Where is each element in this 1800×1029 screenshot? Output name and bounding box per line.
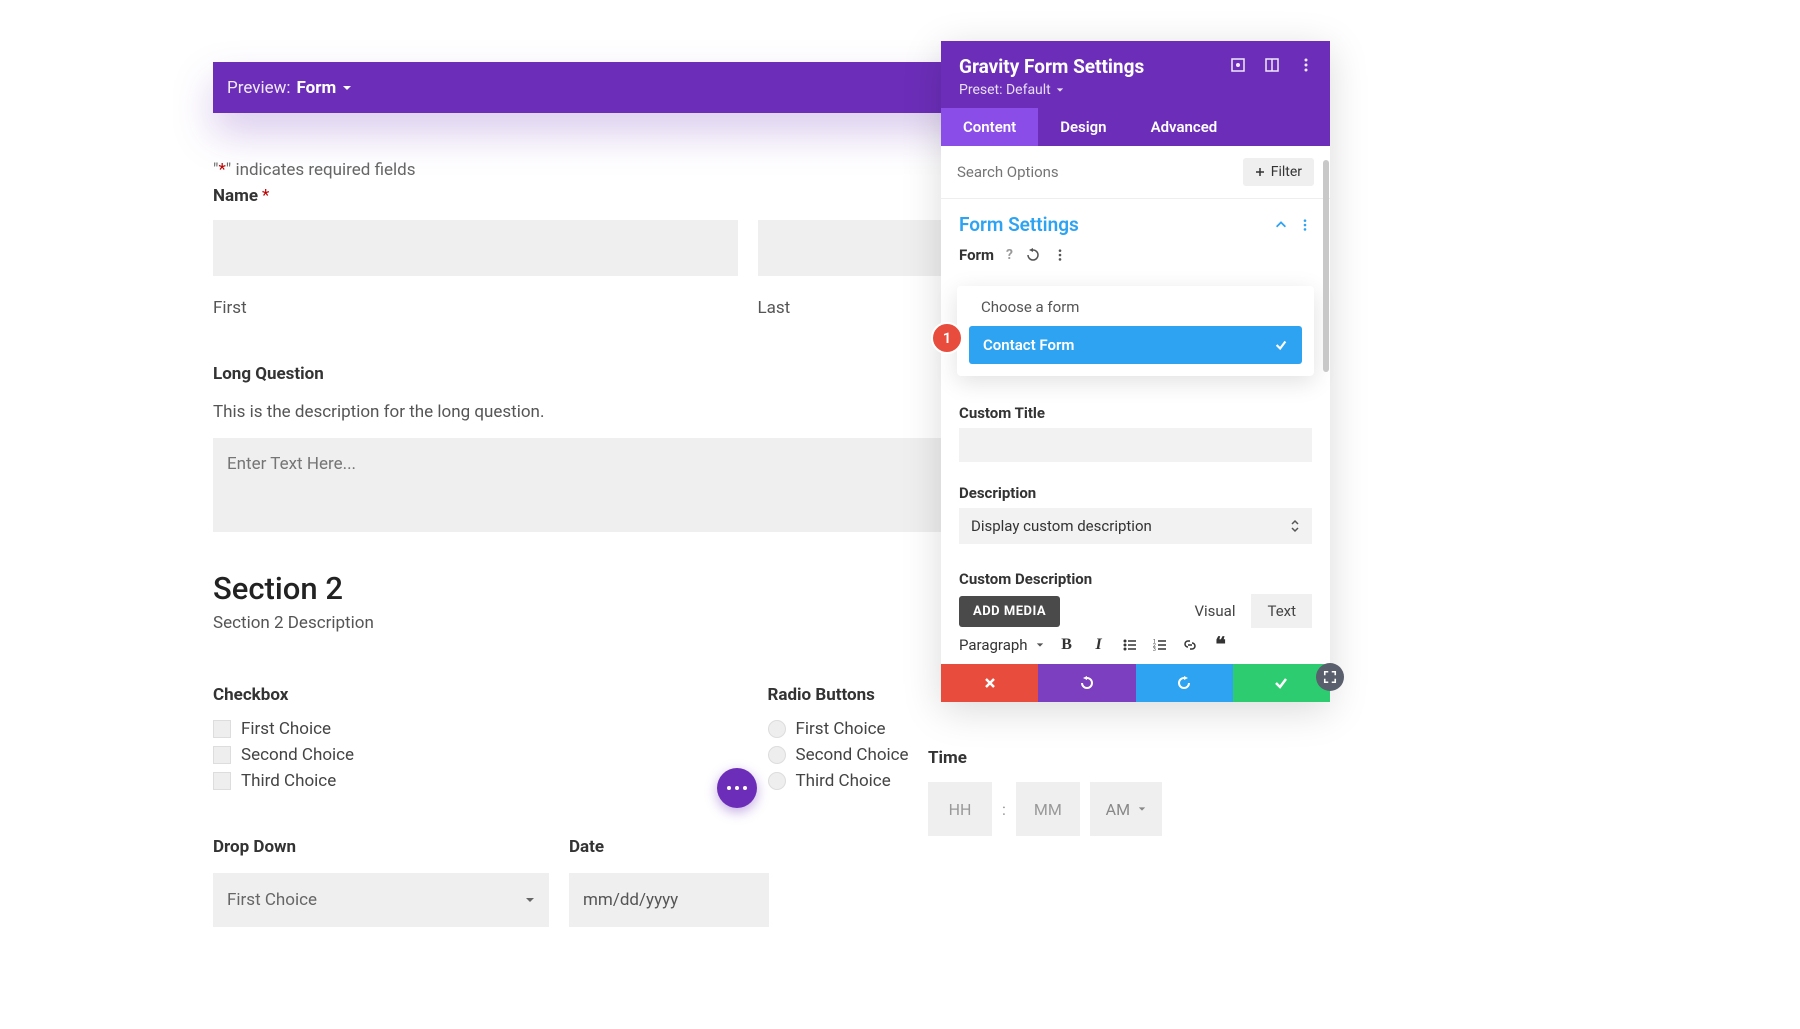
dot-icon bbox=[735, 786, 739, 790]
checkbox-label: Checkbox bbox=[213, 685, 728, 705]
panel-header: Gravity Form Settings Preset: Default bbox=[941, 41, 1330, 108]
editor-tab-text[interactable]: Text bbox=[1251, 594, 1312, 628]
editor-tab-visual[interactable]: Visual bbox=[1178, 594, 1251, 628]
more-actions-fab[interactable] bbox=[717, 768, 757, 808]
editor-toolbar: Paragraph B I 123 ❝ bbox=[941, 628, 1330, 664]
tab-content[interactable]: Content bbox=[941, 108, 1038, 146]
bold-icon[interactable]: B bbox=[1058, 636, 1076, 654]
radio-icon[interactable] bbox=[768, 746, 786, 764]
italic-icon[interactable]: I bbox=[1090, 636, 1108, 654]
panel-top-icons bbox=[1230, 57, 1314, 73]
form-chooser: 1 Choose a form Contact Form bbox=[957, 286, 1314, 376]
checkbox-icon[interactable] bbox=[213, 720, 231, 738]
custom-title-label: Custom Title bbox=[941, 396, 1330, 428]
more-vertical-icon[interactable] bbox=[1053, 248, 1067, 262]
dot-icon bbox=[743, 786, 747, 790]
first-name-input[interactable] bbox=[213, 220, 738, 276]
action-bar bbox=[941, 664, 1330, 702]
form-settings-section-head[interactable]: Form Settings bbox=[941, 199, 1330, 244]
save-button[interactable] bbox=[1233, 664, 1330, 702]
undo-button[interactable] bbox=[1038, 664, 1135, 702]
redo-button[interactable] bbox=[1136, 664, 1233, 702]
editor-row: ADD MEDIA Visual Text bbox=[959, 594, 1312, 628]
first-sublabel: First bbox=[213, 298, 738, 318]
number-list-icon[interactable]: 123 bbox=[1152, 637, 1168, 653]
radio-icon[interactable] bbox=[768, 720, 786, 738]
dropdown-select[interactable]: First Choice bbox=[213, 873, 549, 927]
form-row-label: Form bbox=[959, 246, 994, 264]
checkbox-item[interactable]: Second Choice bbox=[213, 745, 728, 765]
checkbox-icon[interactable] bbox=[213, 772, 231, 790]
tab-advanced[interactable]: Advanced bbox=[1129, 108, 1240, 146]
expand-icon[interactable] bbox=[1230, 57, 1246, 73]
settings-panel: Gravity Form Settings Preset: Default Co… bbox=[941, 41, 1330, 702]
form-row: Form ? bbox=[941, 244, 1330, 274]
checkbox-item[interactable]: First Choice bbox=[213, 719, 728, 739]
quote-icon[interactable]: ❝ bbox=[1212, 636, 1230, 654]
more-vertical-icon[interactable] bbox=[1298, 57, 1314, 73]
help-icon[interactable]: ? bbox=[1006, 247, 1013, 263]
preview-label: Preview: bbox=[227, 78, 291, 98]
time-separator: : bbox=[1002, 800, 1006, 819]
custom-title-input[interactable] bbox=[959, 428, 1312, 462]
panel-scrollbar[interactable] bbox=[1323, 160, 1329, 372]
expand-fab[interactable] bbox=[1316, 663, 1344, 691]
callout-1: 1 bbox=[931, 322, 963, 354]
description-select[interactable]: Display custom description bbox=[959, 508, 1312, 544]
custom-desc-label: Custom Description bbox=[941, 562, 1330, 594]
form-settings-title: Form Settings bbox=[959, 213, 1079, 236]
chevron-down-icon bbox=[525, 890, 535, 910]
chevron-down-icon bbox=[1138, 805, 1146, 813]
reset-icon[interactable] bbox=[1025, 247, 1041, 263]
choose-label: Choose a form bbox=[981, 298, 1302, 316]
time-hh-input[interactable]: HH bbox=[928, 782, 992, 836]
description-label: Description bbox=[941, 476, 1330, 508]
chevron-up-icon[interactable] bbox=[1274, 218, 1288, 232]
time-mm-input[interactable]: MM bbox=[1016, 782, 1080, 836]
checkbox-icon[interactable] bbox=[213, 746, 231, 764]
responsive-icon[interactable] bbox=[1264, 57, 1280, 73]
search-input[interactable] bbox=[957, 163, 1243, 181]
time-ampm-select[interactable]: AM bbox=[1090, 782, 1162, 836]
panel-tabs: Content Design Advanced bbox=[941, 108, 1330, 146]
dropdown-label: Drop Down bbox=[213, 837, 549, 857]
tab-design[interactable]: Design bbox=[1038, 108, 1128, 146]
date-label: Date bbox=[569, 837, 769, 857]
bullet-list-icon[interactable] bbox=[1122, 637, 1138, 653]
caret-down-icon bbox=[1036, 641, 1044, 649]
bottom-row: Drop Down First Choice Date mm/dd/yyyy bbox=[213, 837, 1282, 927]
date-input[interactable]: mm/dd/yyyy bbox=[569, 873, 769, 927]
close-button[interactable] bbox=[941, 664, 1038, 702]
link-icon[interactable] bbox=[1182, 637, 1198, 653]
time-group: Time HH : MM AM bbox=[928, 748, 1162, 836]
more-vertical-icon[interactable] bbox=[1298, 218, 1312, 232]
svg-text:3: 3 bbox=[1153, 647, 1156, 653]
radio-item[interactable]: First Choice bbox=[768, 719, 1283, 739]
checkbox-item[interactable]: Third Choice bbox=[213, 771, 728, 791]
paragraph-select[interactable]: Paragraph bbox=[959, 636, 1044, 654]
sort-icon bbox=[1290, 519, 1300, 533]
plus-icon bbox=[1255, 167, 1265, 177]
panel-preset[interactable]: Preset: Default bbox=[959, 82, 1312, 98]
preview-value[interactable]: Form bbox=[297, 78, 337, 98]
search-row: Filter bbox=[941, 146, 1330, 199]
time-label: Time bbox=[928, 748, 1162, 768]
radio-icon[interactable] bbox=[768, 772, 786, 790]
caret-down-icon bbox=[1056, 86, 1064, 94]
dot-icon bbox=[727, 786, 731, 790]
checkbox-group: Checkbox First Choice Second Choice Thir… bbox=[213, 685, 728, 797]
filter-button[interactable]: Filter bbox=[1243, 158, 1314, 186]
check-icon bbox=[1274, 338, 1288, 352]
add-media-button[interactable]: ADD MEDIA bbox=[959, 596, 1060, 627]
caret-down-icon[interactable] bbox=[342, 78, 352, 98]
choose-item-contact-form[interactable]: Contact Form bbox=[969, 326, 1302, 364]
